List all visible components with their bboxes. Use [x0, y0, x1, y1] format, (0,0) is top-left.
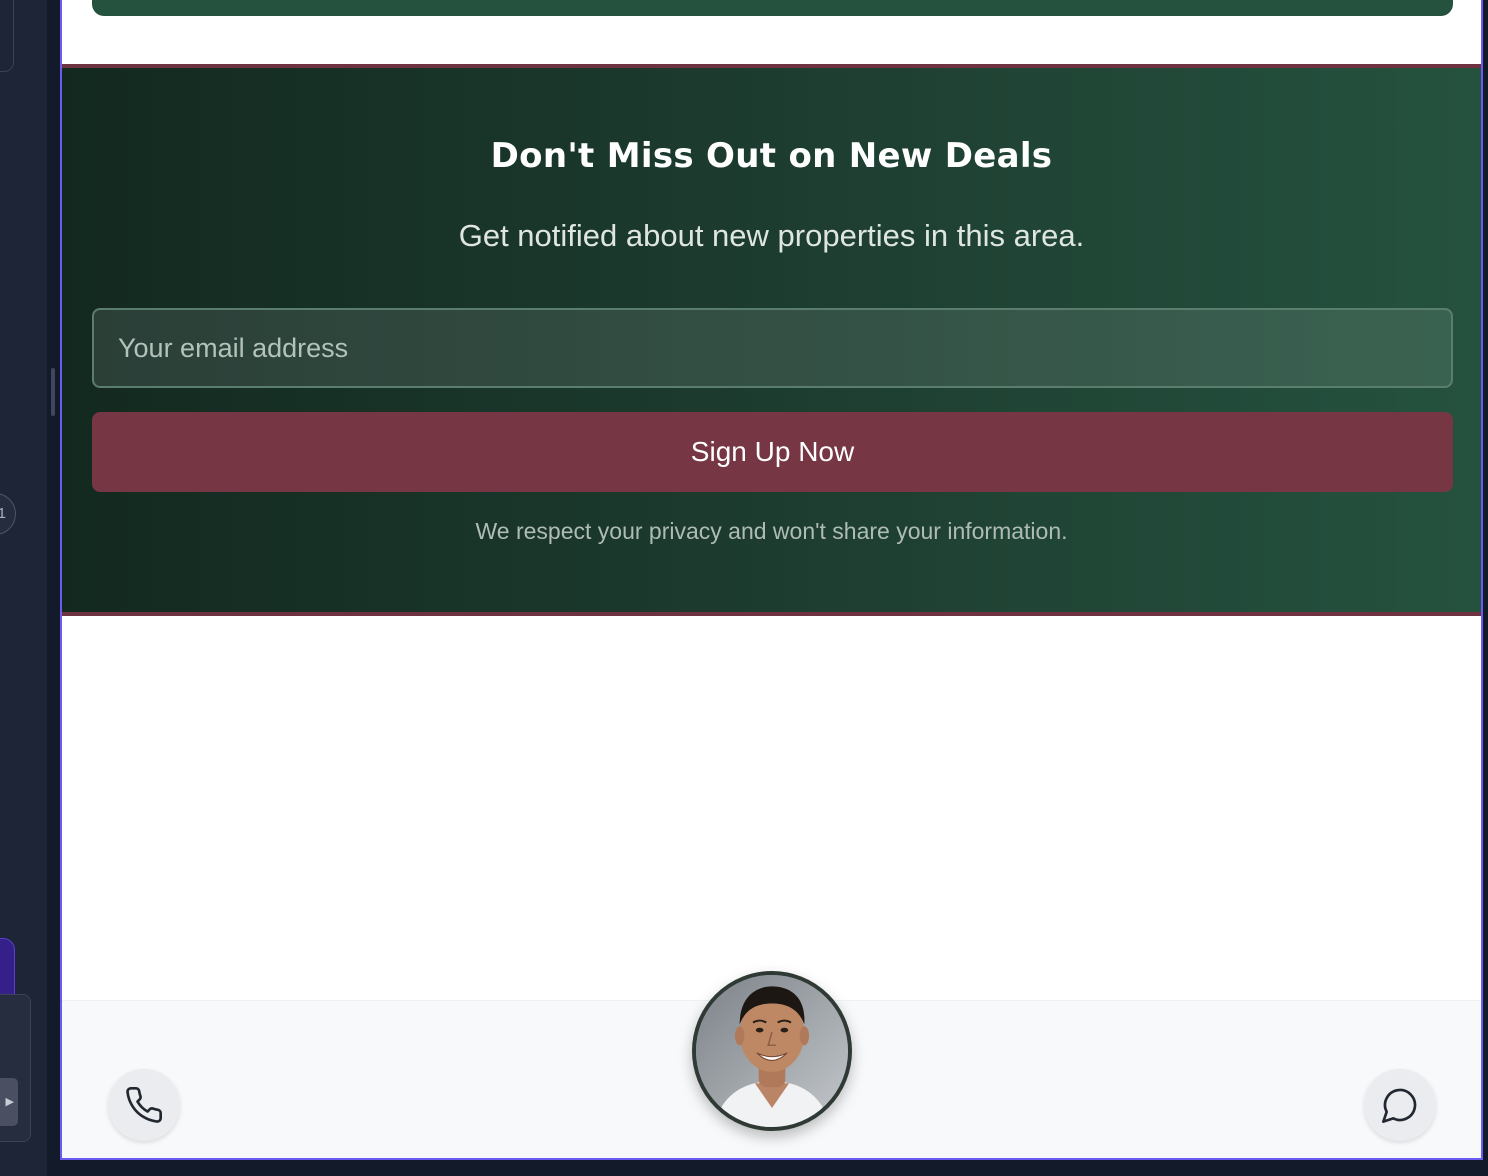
resize-handle[interactable] — [51, 368, 55, 416]
newsletter-subtitle: Get notified about new properties in thi… — [458, 218, 1085, 253]
agent-avatar[interactable] — [692, 971, 852, 1131]
sidebar-badge[interactable]: 1 — [0, 493, 16, 535]
page-preview: Don't Miss Out on New Deals Get notified… — [60, 0, 1483, 1160]
sidebar-expand-button[interactable]: ▶ — [0, 1078, 18, 1126]
contact-bar — [62, 971, 1481, 1158]
editor-sidebar: 1 ▶ — [0, 0, 48, 1176]
sidebar-card — [0, 0, 14, 72]
chat-bubble-icon — [1382, 1088, 1417, 1123]
signup-button[interactable]: Sign Up Now — [92, 412, 1453, 492]
newsletter-section: Don't Miss Out on New Deals Get notified… — [62, 64, 1481, 616]
agent-photo — [696, 975, 848, 1127]
call-button[interactable] — [108, 1069, 180, 1141]
newsletter-title: Don't Miss Out on New Deals — [490, 136, 1053, 176]
previous-section-button[interactable] — [92, 0, 1453, 16]
phone-icon — [126, 1087, 163, 1123]
privacy-note: We respect your privacy and won't share … — [475, 518, 1068, 544]
chat-button[interactable] — [1364, 1069, 1436, 1141]
email-input[interactable] — [92, 308, 1453, 388]
